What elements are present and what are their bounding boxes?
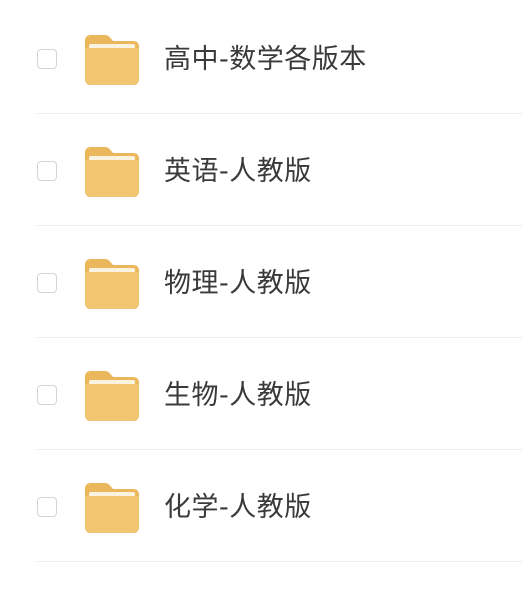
- row-divider: [37, 561, 522, 562]
- folder-icon: [83, 481, 141, 535]
- folder-name[interactable]: 物理-人教版: [164, 264, 312, 304]
- row-checkbox[interactable]: [37, 273, 57, 293]
- file-row[interactable]: 生物-人教版: [0, 338, 522, 450]
- file-row[interactable]: 化学-人教版: [0, 450, 522, 562]
- folder-name[interactable]: 英语-人教版: [164, 152, 312, 192]
- row-checkbox[interactable]: [37, 49, 57, 69]
- file-row[interactable]: 英语-人教版: [0, 114, 522, 226]
- row-checkbox[interactable]: [37, 385, 57, 405]
- file-list: 高中-数学各版本 英语-人教版 物理-人教版 生物-人教版 化学-人教版: [0, 0, 522, 600]
- folder-name[interactable]: 化学-人教版: [164, 488, 312, 528]
- file-row[interactable]: 高中-数学各版本: [0, 2, 522, 114]
- folder-icon: [83, 33, 141, 87]
- row-checkbox[interactable]: [37, 497, 57, 517]
- row-checkbox[interactable]: [37, 161, 57, 181]
- file-row[interactable]: 物理-人教版: [0, 226, 522, 338]
- folder-name[interactable]: 生物-人教版: [164, 376, 312, 416]
- folder-icon: [83, 257, 141, 311]
- folder-icon: [83, 145, 141, 199]
- folder-icon: [83, 369, 141, 423]
- folder-name[interactable]: 高中-数学各版本: [164, 40, 367, 80]
